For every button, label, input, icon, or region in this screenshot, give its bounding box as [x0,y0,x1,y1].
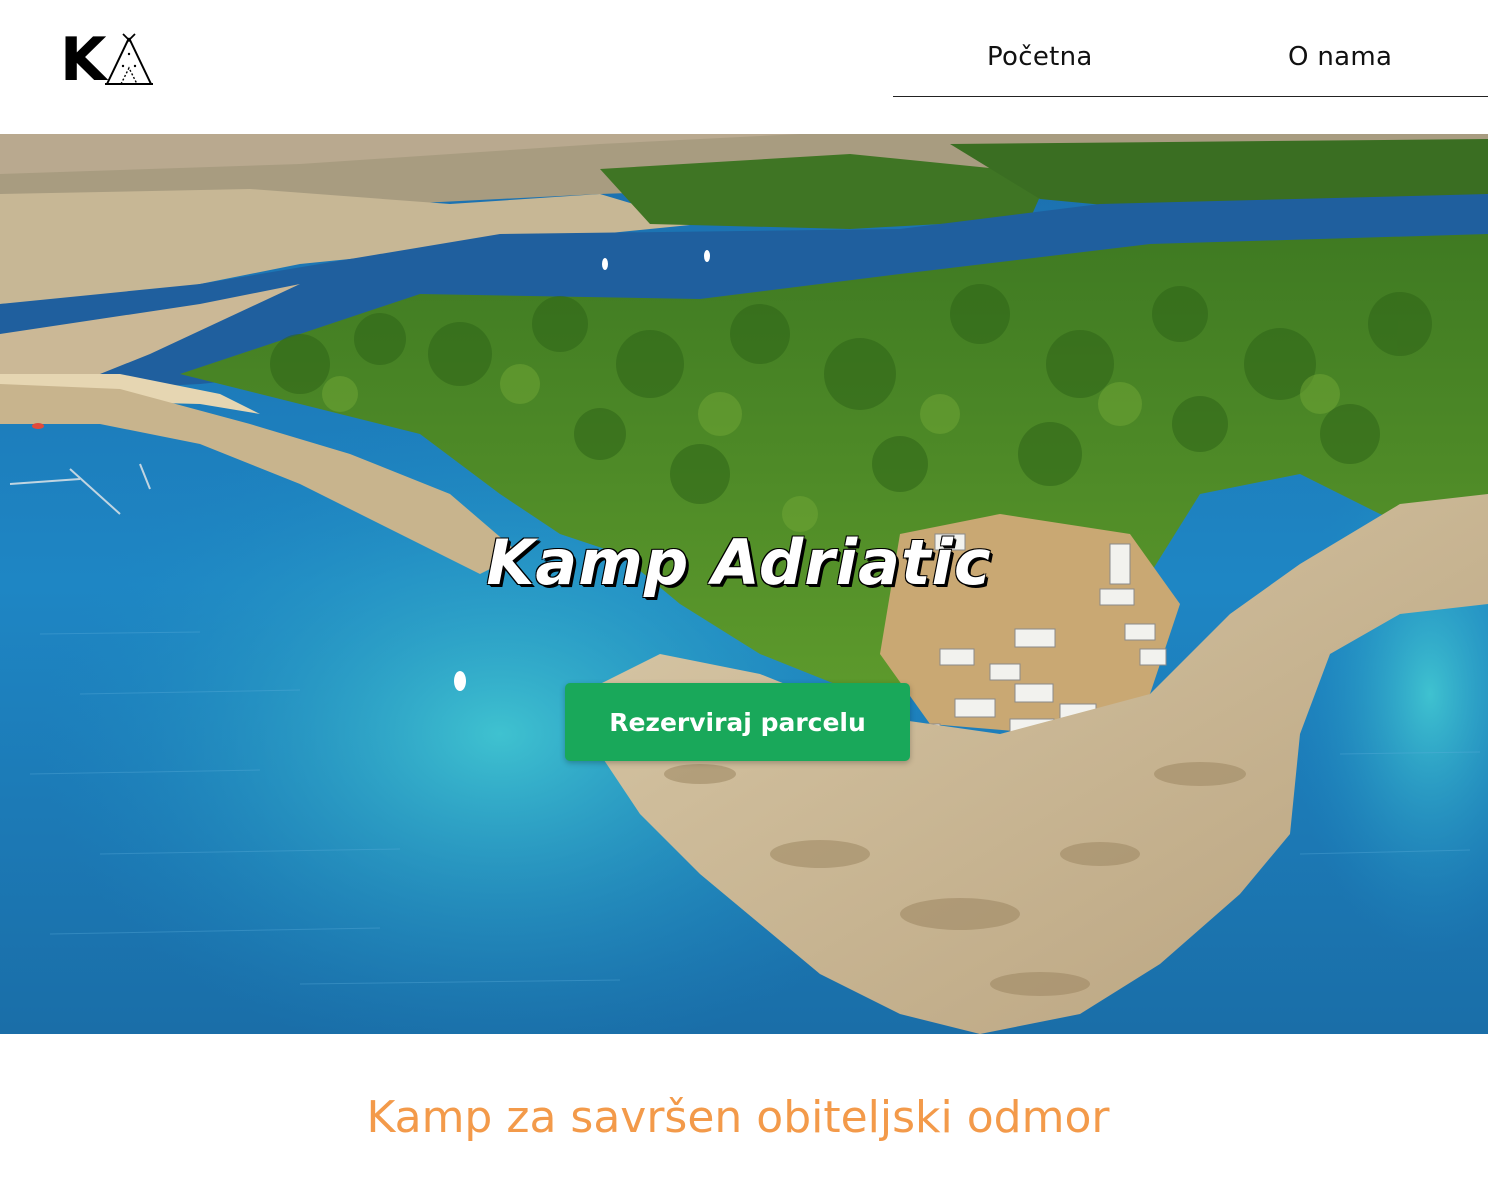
logo[interactable]: K [60,25,164,95]
nav-item-about[interactable]: O nama [1288,42,1392,72]
hero-section: Kamp Adriatic Rezerviraj parcelu [0,134,1488,1034]
logo-letter: K [60,25,106,95]
book-pitch-button[interactable]: Rezerviraj parcelu [565,683,910,761]
teepee-tent-icon [104,33,153,85]
intro-heading: Kamp za savršen obiteljski odmor [366,1092,1110,1143]
main-nav: Početna O nama [893,34,1488,97]
nav-item-home[interactable]: Početna [987,42,1093,72]
hero-title: Kamp Adriatic [486,526,992,599]
site-header: K Početna O nama [0,0,1488,134]
